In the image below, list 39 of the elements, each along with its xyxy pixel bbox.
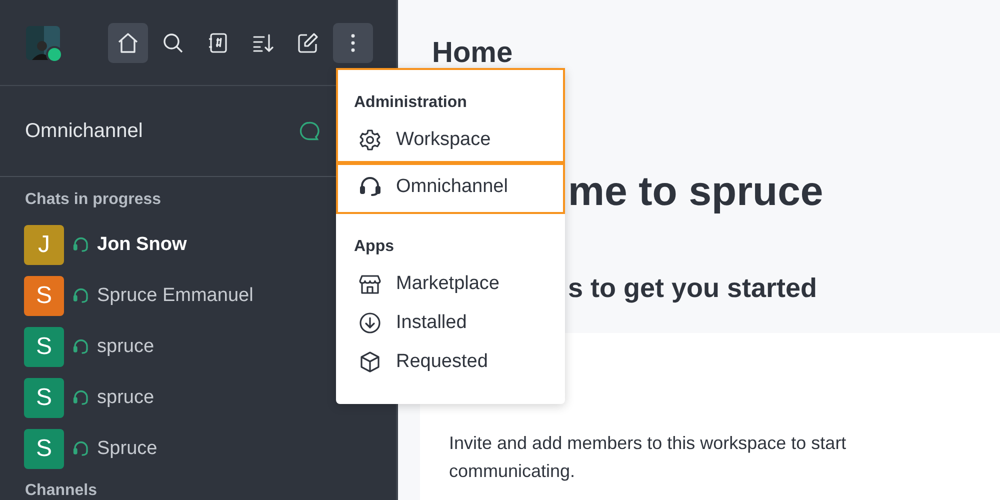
home-button[interactable] bbox=[108, 22, 148, 62]
headset-icon bbox=[358, 174, 382, 198]
chat-name: Spruce Emmanuel bbox=[97, 284, 254, 306]
edit-icon bbox=[296, 30, 320, 54]
chat-name: Spruce bbox=[97, 438, 158, 460]
menu-heading: Administration bbox=[354, 94, 468, 112]
headset-icon bbox=[72, 236, 90, 254]
letter-avatar: J bbox=[24, 224, 64, 264]
chat-item[interactable]: S Spruce bbox=[0, 423, 396, 474]
group-title: Channels bbox=[24, 481, 98, 500]
gear-icon bbox=[358, 128, 382, 152]
menu-heading: Apps bbox=[354, 238, 395, 256]
more-button[interactable] bbox=[333, 22, 373, 62]
directory-icon bbox=[206, 30, 230, 54]
group-title: Chats in progress bbox=[24, 190, 162, 210]
home-icon bbox=[116, 30, 140, 54]
letter-avatar: S bbox=[24, 428, 64, 468]
chat-name: Jon Snow bbox=[97, 234, 187, 256]
welcome-heading: me to spruce bbox=[568, 168, 824, 215]
letter-avatar: S bbox=[24, 326, 64, 366]
user-avatar[interactable] bbox=[26, 26, 60, 60]
subtitle: s to get you started bbox=[568, 273, 818, 304]
card-text: Invite and add members to this workspace to start communicating. bbox=[449, 432, 848, 483]
chat-name: spruce bbox=[97, 336, 154, 358]
search-icon bbox=[161, 30, 185, 54]
page-title: Home bbox=[432, 37, 514, 70]
kebab-icon bbox=[351, 34, 355, 52]
letter-avatar: S bbox=[24, 276, 64, 316]
download-icon bbox=[358, 310, 382, 334]
letter-avatar: S bbox=[24, 378, 64, 418]
headset-icon bbox=[72, 286, 90, 304]
section-title: Omnichannel bbox=[25, 120, 143, 142]
headset-icon bbox=[72, 440, 90, 458]
headset-icon bbox=[72, 388, 90, 406]
chat-bubble-icon[interactable] bbox=[298, 120, 320, 142]
chat-name: spruce bbox=[97, 386, 154, 408]
cube-icon bbox=[358, 350, 382, 374]
headset-icon bbox=[72, 338, 90, 356]
menu-item[interactable]: Workspace bbox=[354, 120, 547, 159]
